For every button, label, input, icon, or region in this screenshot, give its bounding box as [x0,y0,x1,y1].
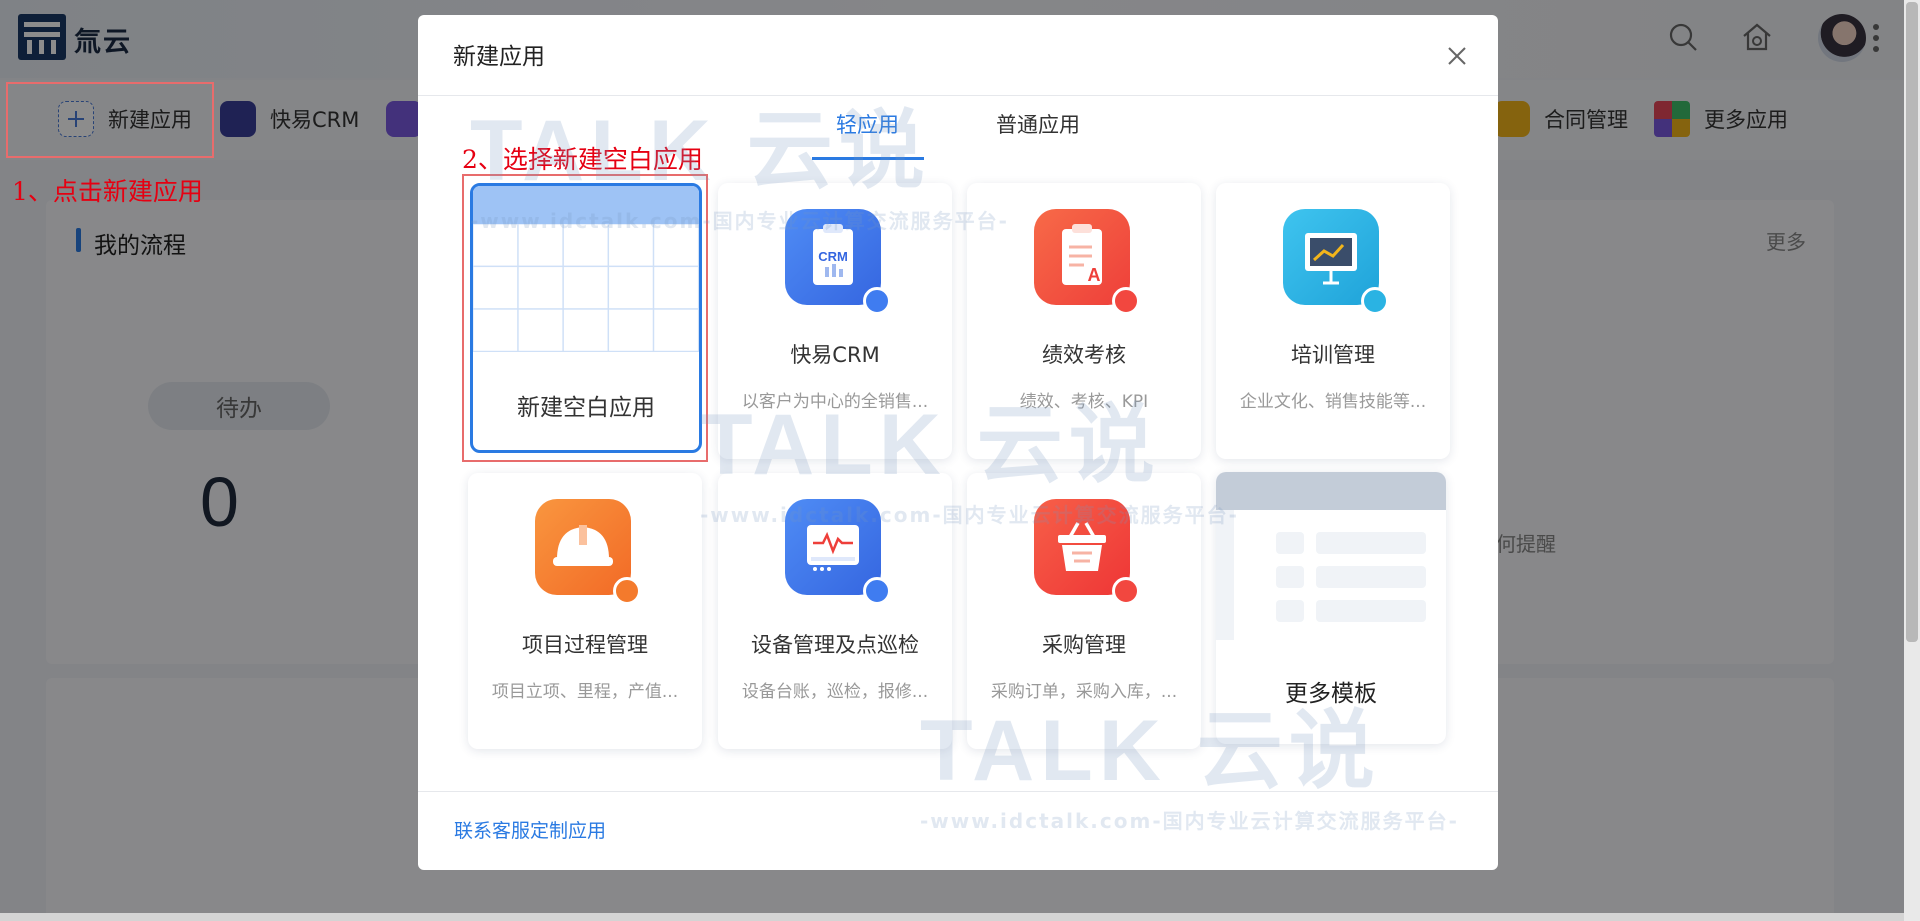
preview-line [1316,532,1426,554]
template-name: 培训管理 [1291,343,1375,367]
template-desc: 项目立项、里程，产值... [491,682,679,702]
template-name: 设备管理及点巡检 [751,633,919,657]
template-name: 采购管理 [1042,633,1126,657]
horizontal-scrollbar[interactable] [0,913,1904,921]
annotation-box-blank-app [462,174,708,462]
preview-header [1216,472,1446,510]
close-icon[interactable] [1442,41,1472,71]
preview-line [1276,566,1304,588]
star-badge-icon [613,577,641,605]
template-desc: 采购订单，采购入库，... [990,682,1178,702]
template-desc: 设备台账，巡检，报修... [741,682,929,702]
modal-title: 新建应用 [453,44,545,70]
tab-light-app[interactable]: 轻应用 [836,109,899,139]
more-templates-label: 更多模板 [1285,681,1377,707]
template-desc: 以客户为中心的全销售... [741,392,929,412]
annotation-step2: 2、选择新建空白应用 [462,145,703,174]
modal-header: 新建应用 [418,15,1498,96]
template-card-performance[interactable]: A 绩效考核 绩效、考核、KPI [967,183,1201,459]
more-templates-card[interactable]: 更多模板 [1216,472,1446,744]
modal-footer: 联系客服定制应用 [418,791,1498,870]
template-card-crm[interactable]: CRM 快易CRM 以客户为中心的全销售... [718,183,952,459]
tab-active-indicator [812,157,924,160]
annotation-step1: 1、点击新建应用 [12,177,203,206]
star-badge-icon [1112,577,1140,605]
annotation-box-new-app [6,82,214,158]
star-badge-icon [1361,287,1389,315]
template-card-project[interactable]: 项目过程管理 项目立项、里程，产值... [468,473,702,749]
svg-text:A: A [1088,265,1101,285]
preview-sidebar [1216,510,1234,640]
template-desc: 绩效、考核、KPI [1019,392,1149,412]
template-name: 项目过程管理 [522,633,648,657]
template-card-equipment[interactable]: 设备管理及点巡检 设备台账，巡检，报修... [718,473,952,749]
scrollbar-thumb[interactable] [1906,2,1918,642]
preview-line [1276,600,1304,622]
preview-line [1316,566,1426,588]
svg-text:CRM: CRM [818,249,848,264]
star-badge-icon [1112,287,1140,315]
preview-line [1276,532,1304,554]
star-badge-icon [863,577,891,605]
tab-normal-app[interactable]: 普通应用 [996,109,1080,139]
contact-service-link[interactable]: 联系客服定制应用 [454,816,606,843]
star-badge-icon [863,287,891,315]
template-card-purchase[interactable]: 采购管理 采购订单，采购入库，... [967,473,1201,749]
template-name: 快易CRM [790,343,880,367]
template-name: 绩效考核 [1042,343,1126,367]
template-desc: 企业文化、销售技能等... [1239,392,1427,412]
template-card-training[interactable]: 培训管理 企业文化、销售技能等... [1216,183,1450,459]
preview-line [1316,600,1426,622]
